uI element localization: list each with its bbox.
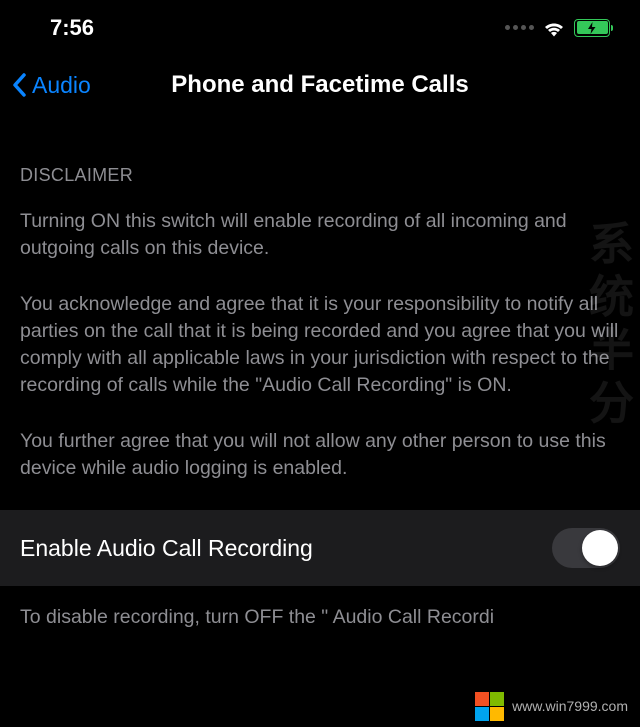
- back-label: Audio: [32, 72, 91, 99]
- back-button[interactable]: Audio: [12, 72, 91, 99]
- bottom-watermark: www.win7999.com: [475, 692, 628, 722]
- status-indicators: [505, 19, 610, 37]
- side-watermark: 系统半分: [575, 220, 640, 432]
- battery-icon: [574, 19, 610, 37]
- status-bar: 7:56: [0, 0, 640, 55]
- page-title: Phone and Facetime Calls: [171, 71, 468, 99]
- setting-footer-text: To disable recording, turn OFF the " Aud…: [20, 586, 620, 649]
- disclaimer-header: DISCLAIMER: [20, 165, 620, 186]
- enable-recording-row: Enable Audio Call Recording: [0, 510, 640, 586]
- wifi-icon: [542, 19, 566, 37]
- navigation-bar: Audio Phone and Facetime Calls: [0, 55, 640, 115]
- cellular-signal-icon: [505, 25, 534, 30]
- microsoft-logo-icon: [475, 692, 505, 722]
- watermark-url: www.win7999.com: [512, 698, 628, 714]
- disclaimer-paragraph-3: You further agree that you will not allo…: [20, 428, 620, 483]
- disclaimer-paragraph-1: Turning ON this switch will enable recor…: [20, 208, 620, 263]
- content-area: DISCLAIMER Turning ON this switch will e…: [0, 115, 640, 650]
- enable-recording-label: Enable Audio Call Recording: [20, 535, 313, 562]
- disclaimer-paragraph-2: You acknowledge and agree that it is you…: [20, 291, 620, 400]
- chevron-left-icon: [12, 73, 28, 97]
- charging-bolt-icon: [587, 22, 597, 34]
- status-time: 7:56: [50, 15, 94, 41]
- enable-recording-toggle[interactable]: [552, 528, 620, 568]
